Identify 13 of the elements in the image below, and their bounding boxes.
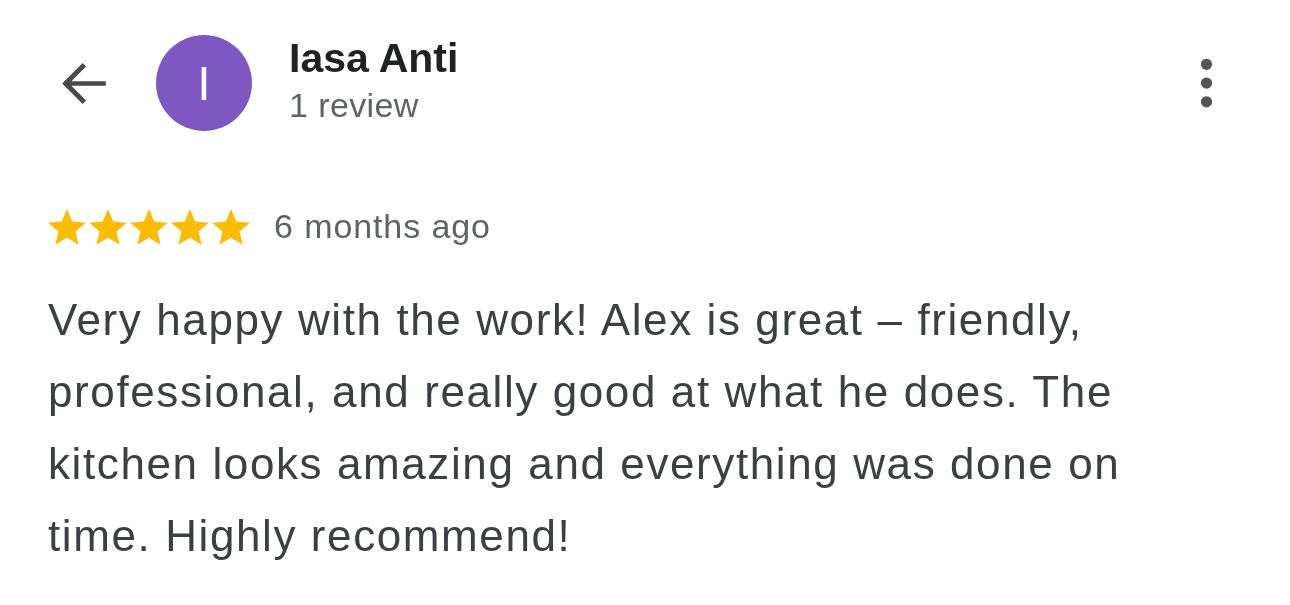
review-count: 1 review	[289, 85, 420, 125]
back-arrow-icon	[62, 62, 106, 104]
more-vertical-icon	[1199, 58, 1213, 108]
star-icon	[89, 208, 127, 245]
star-icon	[171, 208, 209, 245]
star-icon	[212, 208, 250, 245]
star-icon	[48, 208, 86, 245]
star-icon	[130, 208, 168, 245]
reviewer-name: Iasa Anti	[289, 35, 460, 81]
review-date: 6 months ago	[274, 207, 491, 246]
avatar: I	[156, 35, 252, 131]
more-options-button[interactable]	[1198, 56, 1214, 110]
review-text: Very happy with the work! Alex is great – friendly, professional, and really good at what he does. The kitchen looks amazing and everything was done on time. Highly recommend!	[48, 294, 1122, 562]
